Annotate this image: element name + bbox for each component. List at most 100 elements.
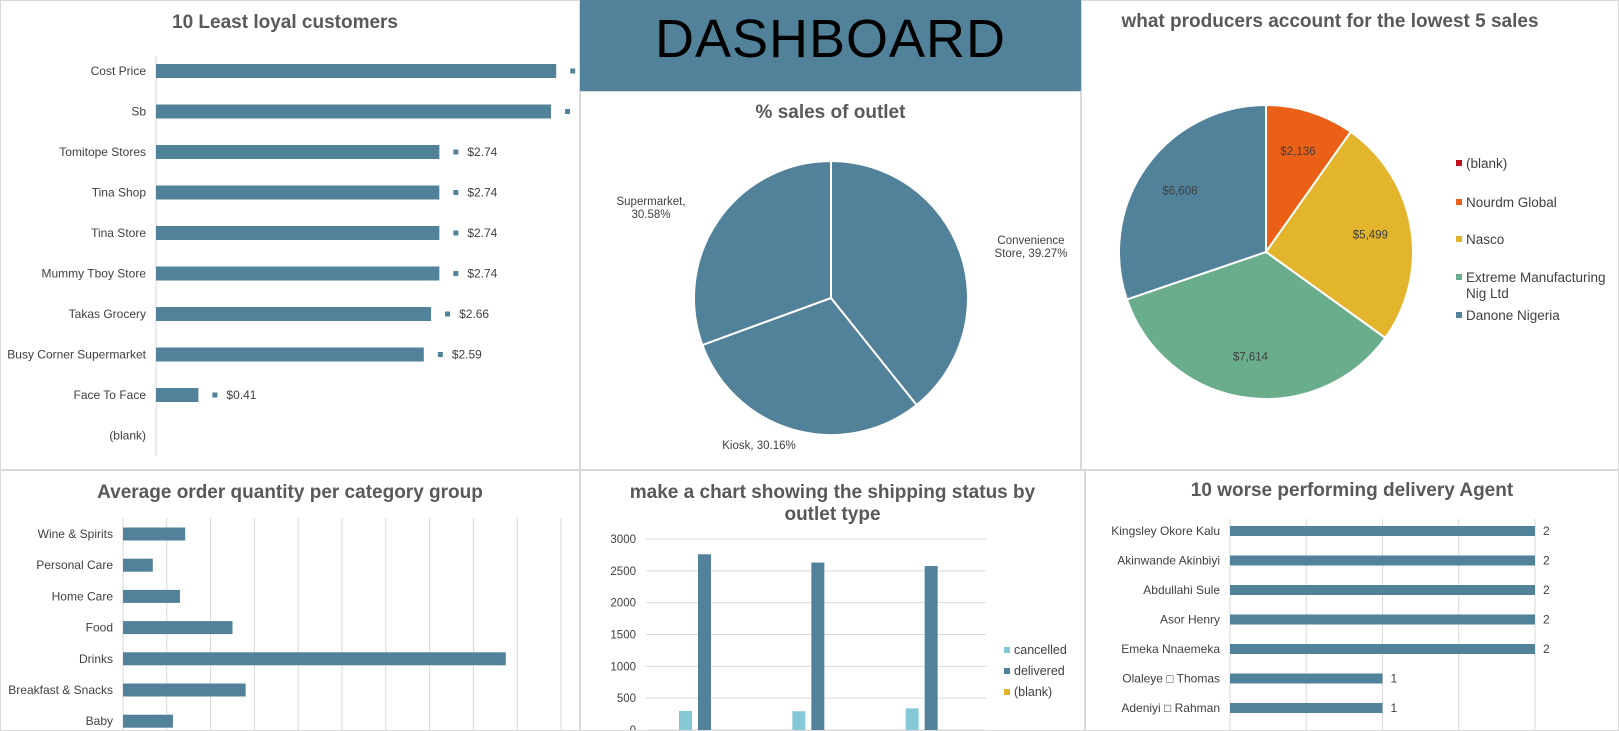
- chart-least-loyal-customers: Cost Price$3.87Sb$3.82Tomitope Stores$2.…: [7, 56, 576, 456]
- data-label: $5,499: [1353, 229, 1388, 241]
- label-marker: [453, 190, 459, 195]
- data-label: Convenience: [997, 235, 1064, 247]
- legend-swatch: [1456, 274, 1462, 280]
- legend-label: Nourdm Global: [1466, 195, 1557, 210]
- dashboard-title: DASHBOARD: [654, 9, 1007, 69]
- tick-label: 0: [630, 725, 636, 731]
- data-label: Store, 39.27%: [995, 248, 1068, 260]
- bar-cancelled: [679, 710, 692, 730]
- data-label: 1: [1391, 672, 1398, 686]
- category-label: Cost Price: [91, 64, 147, 78]
- legend-label: (blank): [1014, 685, 1052, 699]
- label-marker: [453, 271, 459, 276]
- label-marker: [453, 149, 459, 155]
- category-label: Breakfast & Snacks: [8, 683, 113, 697]
- bar-delivered: [811, 562, 825, 730]
- bar: [1230, 526, 1535, 536]
- label-marker: [565, 109, 571, 114]
- data-label: 1: [1391, 701, 1398, 715]
- label-marker: [570, 68, 576, 74]
- legend-label: Extreme Manufacturing: [1466, 270, 1606, 285]
- category-label: Wine & Spirits: [38, 527, 113, 541]
- category-label: Tomitope Stores: [59, 145, 146, 159]
- chart-sales-of-outlet: ConvenienceStore, 39.27% Kiosk, 30.16% Sup…: [616, 159, 1068, 452]
- category-label: Akinwande Akinbiyi: [1117, 554, 1220, 568]
- data-label: $2.59: [452, 348, 482, 362]
- category-label: Tina Shop: [92, 186, 147, 200]
- bar: [123, 714, 173, 728]
- bar: [123, 652, 506, 666]
- bar: [123, 558, 153, 572]
- category-label: Abdullahi Sule: [1143, 583, 1220, 597]
- label-marker: [212, 392, 218, 398]
- bar-delivered: [698, 554, 711, 730]
- legend-label: cancelled: [1014, 643, 1067, 657]
- legend-swatch: [1004, 668, 1010, 674]
- dashboard-banner: DASHBOARD: [580, 0, 1081, 91]
- label-marker: [437, 352, 443, 357]
- tick-label: 2500: [610, 566, 636, 578]
- legend-swatch: [1456, 236, 1462, 242]
- bar: [156, 388, 199, 402]
- panel-producers-lowest-sales: what producers account for the lowest 5 …: [1081, 0, 1619, 470]
- chart-delivery-agents: Kingsley Okore Kalu 2 Akinwande Akinbiyi 2 A…: [1111, 519, 1550, 730]
- category-label: Sb: [131, 105, 146, 119]
- data-label: $2.74: [467, 267, 497, 281]
- data-label: 2: [1543, 613, 1550, 627]
- bar: [156, 347, 424, 362]
- panel-order-quantity-category: Average order quantity per category grou…: [0, 470, 580, 731]
- category-label: Olaleye □ Thomas: [1122, 672, 1220, 686]
- data-label: $2,136: [1280, 146, 1315, 158]
- category-label: Personal Care: [36, 558, 113, 572]
- bar: [123, 527, 186, 541]
- label-marker: [445, 311, 451, 317]
- data-label: 2: [1543, 554, 1550, 568]
- data-label: $2.74: [467, 145, 497, 159]
- bar-cancelled: [905, 708, 919, 730]
- legend-label: Nig Ltd: [1466, 286, 1509, 301]
- category-label: Tina Store: [91, 226, 146, 240]
- legend-swatch: [1456, 160, 1462, 166]
- category-label: Busy Corner Supermarket: [7, 348, 146, 362]
- category-label: Home Care: [52, 589, 114, 603]
- category-label: Food: [86, 621, 113, 635]
- bar: [1230, 673, 1383, 684]
- category-label: Mummy Tboy Store: [42, 267, 147, 281]
- panel-delivery-agents: 10 worse performing delivery Agent Kings…: [1085, 470, 1619, 731]
- legend-swatch: [1004, 647, 1010, 653]
- bar: [156, 145, 440, 159]
- tick-label: 3000: [610, 534, 636, 546]
- category-label: (blank): [109, 429, 146, 443]
- category-label: Adeniyi □ Rahman: [1121, 701, 1220, 715]
- panel-shipping-status: make a chart showing the shipping status…: [580, 470, 1085, 731]
- data-label: $7,614: [1233, 352, 1269, 364]
- bar: [1230, 585, 1535, 595]
- bar: [156, 64, 557, 78]
- panel-sales-of-outlet: % sales of outlet Convenience Store, 39.2…: [580, 91, 1081, 470]
- data-label: 2: [1543, 524, 1550, 538]
- category-label: Emeka Nnaemeka: [1121, 642, 1220, 656]
- data-label: $6,608: [1162, 185, 1197, 197]
- bar: [1230, 614, 1535, 625]
- legend-label: (blank): [1466, 156, 1507, 171]
- panel-least-loyal-customers: 10 Least loyal customers Cost Price$3.87…: [0, 0, 580, 470]
- data-label: 30.58%: [631, 209, 670, 221]
- legend-label: Danone Nigeria: [1466, 308, 1560, 323]
- tick-label: 1000: [610, 661, 636, 673]
- bar: [156, 307, 432, 321]
- bar: [1230, 555, 1535, 566]
- chart-shipping-status: 0 500 1000 1500 2000 2500 3000 cancelled deliver…: [610, 534, 1067, 731]
- bar: [123, 589, 180, 603]
- data-label: $2.74: [467, 226, 497, 240]
- chart-producers-lowest-sales: $2,136 $5,499 $7,614 $6,608 (blank) Nourdm Gl…: [1118, 103, 1606, 400]
- bar: [156, 104, 552, 119]
- chart-order-quantity-category: Wine & Spirits Personal Care Home Care Food…: [8, 518, 562, 730]
- category-label: Asor Henry: [1160, 613, 1220, 627]
- bar-delivered: [924, 566, 938, 730]
- data-label: 2: [1543, 583, 1550, 597]
- data-label: 2: [1543, 642, 1550, 656]
- legend-label: Nasco: [1466, 232, 1504, 247]
- data-label: $2.66: [459, 307, 489, 321]
- legend-swatch: [1456, 312, 1462, 318]
- category-label: Kingsley Okore Kalu: [1111, 524, 1220, 538]
